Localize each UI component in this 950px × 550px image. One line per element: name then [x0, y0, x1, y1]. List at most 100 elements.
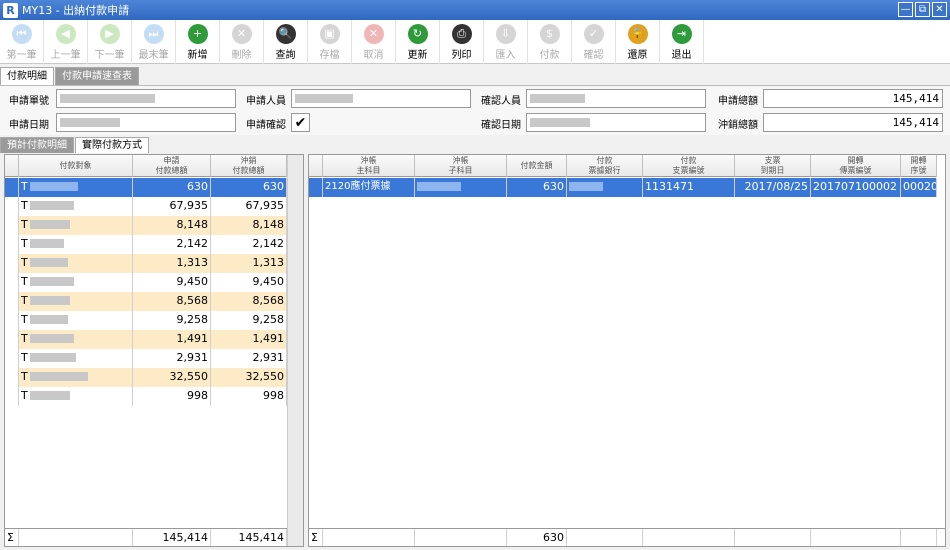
toolbar-button-5[interactable]: ✕ 刪除	[220, 20, 264, 64]
table-row[interactable]: T 9,258 9,258	[5, 311, 287, 330]
table-row[interactable]: T 998 998	[5, 387, 287, 406]
close-button[interactable]: ✕	[932, 2, 947, 17]
main-account-cell[interactable]: 2120應付票據	[323, 178, 415, 197]
table-row[interactable]: T 630 630	[5, 178, 287, 197]
toolbar-button-11[interactable]: ⇩ 匯入	[484, 20, 528, 64]
tab-planned-payment[interactable]: 預計付款明細	[0, 137, 74, 153]
confirm-date-field[interactable]	[526, 113, 706, 132]
apply-no-field[interactable]	[56, 89, 236, 108]
payment-amount-cell[interactable]: 630	[507, 178, 567, 197]
toolbar-button-7[interactable]: ▣ 存檔	[308, 20, 352, 64]
payee-cell[interactable]: T	[19, 273, 133, 292]
bank-cell[interactable]	[567, 178, 643, 197]
writeoff-amount-cell[interactable]: 630	[211, 178, 287, 197]
apply-date-field[interactable]	[56, 113, 236, 132]
toolbar-button-8[interactable]: ✕ 取消	[352, 20, 396, 64]
payee-cell[interactable]: T	[19, 349, 133, 368]
toolbar-button-10[interactable]: ⎙ 列印	[440, 20, 484, 64]
payee-cell[interactable]: T	[19, 178, 133, 197]
payee-cell[interactable]: T	[19, 330, 133, 349]
applicant-field[interactable]	[291, 89, 471, 108]
writeoff-amount-cell[interactable]: 32,550	[211, 368, 287, 387]
payee-cell[interactable]: T	[19, 216, 133, 235]
table-row[interactable]: T 67,935 67,935	[5, 197, 287, 216]
col-main-account[interactable]: 沖帳 主科目	[323, 155, 415, 177]
toolbar-button-15[interactable]: ⇥ 退出	[660, 20, 704, 64]
tab-actual-payment[interactable]: 實際付款方式	[75, 137, 149, 153]
apply-amount-cell[interactable]: 9,450	[133, 273, 211, 292]
col-check-no[interactable]: 付款 支票編號	[643, 155, 735, 177]
table-row[interactable]: T 8,148 8,148	[5, 216, 287, 235]
apply-amount-cell[interactable]: 998	[133, 387, 211, 406]
apply-amount-cell[interactable]: 9,258	[133, 311, 211, 330]
col-payee[interactable]: 付款對象	[19, 155, 133, 177]
payee-cell[interactable]: T	[19, 197, 133, 216]
restore-button[interactable]: ⧉	[915, 2, 930, 17]
writeoff-amount-cell[interactable]: 9,258	[211, 311, 287, 330]
apply-amount-cell[interactable]: 2,931	[133, 349, 211, 368]
toolbar-button-12[interactable]: $ 付款	[528, 20, 572, 64]
minimize-button[interactable]: —	[898, 2, 913, 17]
sub-account-cell[interactable]	[415, 178, 507, 197]
col-sub-account[interactable]: 沖帳 子科目	[415, 155, 507, 177]
col-apply-total[interactable]: 申請 付款總額	[133, 155, 211, 177]
writeoff-amount-cell[interactable]: 67,935	[211, 197, 287, 216]
writeoff-amount-cell[interactable]: 1,313	[211, 254, 287, 273]
writeoff-amount-cell[interactable]: 9,450	[211, 273, 287, 292]
table-row[interactable]: T 2,142 2,142	[5, 235, 287, 254]
toolbar-button-3[interactable]: ⏭ 最末筆	[132, 20, 176, 64]
col-bank[interactable]: 付款 票據銀行	[567, 155, 643, 177]
col-seq[interactable]: 開轉 序號	[901, 155, 937, 177]
apply-amount-cell[interactable]: 8,568	[133, 292, 211, 311]
toolbar-button-2[interactable]: ▶ 下一筆	[88, 20, 132, 64]
table-row[interactable]: T 1,491 1,491	[5, 330, 287, 349]
table-row[interactable]: T 32,550 32,550	[5, 368, 287, 387]
writeoff-amount-cell[interactable]: 998	[211, 387, 287, 406]
col-due-date[interactable]: 支票 到期日	[735, 155, 811, 177]
toolbar-button-4[interactable]: + 新增	[176, 20, 220, 64]
confirmer-field[interactable]	[526, 89, 706, 108]
table-row[interactable]: T 9,450 9,450	[5, 273, 287, 292]
apply-amount-cell[interactable]: 67,935	[133, 197, 211, 216]
writeoff-amount-cell[interactable]: 8,568	[211, 292, 287, 311]
writeoff-amount-cell[interactable]: 8,148	[211, 216, 287, 235]
seq-cell[interactable]: 00020	[901, 178, 937, 197]
apply-amount-cell[interactable]: 8,148	[133, 216, 211, 235]
col-voucher-no[interactable]: 開轉 傳票編號	[811, 155, 901, 177]
tab-payment-details[interactable]: 付款明細	[0, 67, 54, 85]
toolbar-button-14[interactable]: 🔓 還原	[616, 20, 660, 64]
writeoff-amount-cell[interactable]: 1,491	[211, 330, 287, 349]
table-row[interactable]: T 2,931 2,931	[5, 349, 287, 368]
payee-cell[interactable]: T	[19, 368, 133, 387]
payee-cell[interactable]: T	[19, 387, 133, 406]
voucher-no-cell[interactable]: 201707100002	[811, 178, 901, 197]
payee-cell[interactable]: T	[19, 254, 133, 273]
apply-amount-cell[interactable]: 32,550	[133, 368, 211, 387]
table-row[interactable]: T 8,568 8,568	[5, 292, 287, 311]
payee-cell[interactable]: T	[19, 235, 133, 254]
apply-total-field[interactable]: 145,414	[763, 89, 943, 108]
writeoff-amount-cell[interactable]: 2,142	[211, 235, 287, 254]
payee-grid-scrollbar[interactable]	[287, 155, 303, 546]
check-no-cell[interactable]: 1131471	[643, 178, 735, 197]
toolbar-button-0[interactable]: ⏮ 第一筆	[0, 20, 44, 64]
due-date-cell[interactable]: 2017/08/25	[735, 178, 811, 197]
table-row[interactable]: T 1,313 1,313	[5, 254, 287, 273]
toolbar-button-6[interactable]: 🔍 查詢	[264, 20, 308, 64]
apply-amount-cell[interactable]: 2,142	[133, 235, 211, 254]
apply-confirm-checkbox[interactable]: ✔	[291, 113, 310, 132]
table-row[interactable]: 2120應付票據 630 1131471 2017/08/25 201707100002…	[309, 178, 937, 197]
payee-cell[interactable]: T	[19, 311, 133, 330]
tab-payment-lookup[interactable]: 付款申請速查表	[55, 67, 139, 85]
col-payment-amount[interactable]: 付款金額	[507, 155, 567, 177]
payee-cell[interactable]: T	[19, 292, 133, 311]
writeoff-amount-cell[interactable]: 2,931	[211, 349, 287, 368]
apply-amount-cell[interactable]: 1,313	[133, 254, 211, 273]
toolbar-button-13[interactable]: ✓ 確認	[572, 20, 616, 64]
toolbar-button-9[interactable]: ↻ 更新	[396, 20, 440, 64]
apply-amount-cell[interactable]: 630	[133, 178, 211, 197]
writeoff-total-field[interactable]: 145,414	[763, 113, 943, 132]
apply-amount-cell[interactable]: 1,491	[133, 330, 211, 349]
toolbar-button-1[interactable]: ◀ 上一筆	[44, 20, 88, 64]
col-writeoff-total[interactable]: 沖銷 付款總額	[211, 155, 287, 177]
